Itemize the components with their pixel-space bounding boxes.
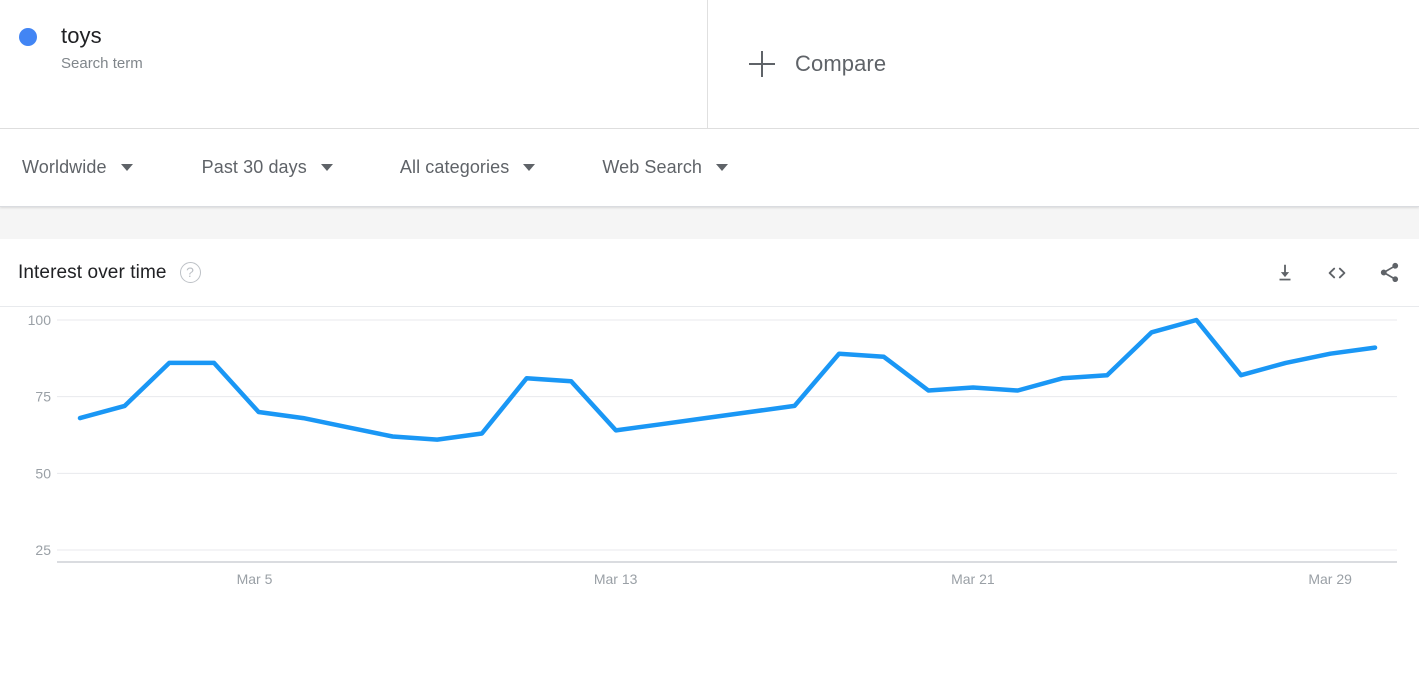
filter-time-range-label: Past 30 days [201, 157, 307, 177]
add-comparison-button[interactable]: Compare [708, 0, 1419, 128]
search-term-title: toys [61, 23, 102, 48]
y-axis-tick-label: 25 [35, 542, 51, 558]
chevron-down-icon [523, 164, 536, 171]
filter-search-type-label: Web Search [602, 157, 703, 177]
download-icon[interactable] [1273, 261, 1297, 285]
page-title: Interest over time [18, 261, 167, 283]
share-icon[interactable] [1377, 261, 1401, 285]
x-axis-tick-label: Mar 29 [1308, 571, 1352, 587]
filter-category[interactable]: All categories [399, 157, 536, 178]
trend-line-chart: 25 50 75 100 Mar 5 Mar 13 Mar 21 Mar 29 [28, 312, 1397, 587]
search-term-subtitle: Search term [61, 55, 143, 72]
series-color-dot [19, 28, 37, 46]
trend-line-series-toys [77, 317, 1378, 442]
x-axis-tick-label: Mar 5 [237, 571, 273, 587]
y-axis-tick-label: 50 [35, 465, 51, 481]
y-axis-tick-label: 100 [28, 312, 52, 328]
chevron-down-icon [320, 164, 333, 171]
compare-label: Compare [795, 51, 887, 76]
filter-time-range[interactable]: Past 30 days [202, 157, 333, 178]
search-term-card[interactable]: toys Search term [0, 0, 708, 128]
filter-category-label: All categories [399, 157, 510, 177]
filter-bar: Worldwide Past 30 days All categories We… [0, 129, 1419, 207]
x-axis-tick-label: Mar 21 [951, 571, 995, 587]
help-circle-icon[interactable]: ? [179, 262, 201, 283]
search-term-bar: toys Search term Compare [0, 0, 1419, 129]
chevron-down-icon [716, 164, 729, 171]
chevron-down-icon [120, 164, 133, 171]
plus-icon [749, 51, 775, 77]
search-term-texts: toys Search term [61, 22, 143, 75]
embed-icon[interactable] [1325, 261, 1349, 285]
filter-location-label: Worldwide [22, 157, 107, 177]
filter-search-type[interactable]: Web Search [602, 157, 729, 178]
interest-over-time-header: Interest over time ? [0, 239, 1419, 307]
section-divider [0, 207, 1419, 239]
y-axis-tick-label: 75 [35, 389, 51, 405]
filter-location[interactable]: Worldwide [22, 157, 133, 178]
x-axis-tick-label: Mar 13 [594, 571, 638, 587]
interest-over-time-chart[interactable]: 25 50 75 100 Mar 5 Mar 13 Mar 21 Mar 29 [0, 307, 1419, 685]
